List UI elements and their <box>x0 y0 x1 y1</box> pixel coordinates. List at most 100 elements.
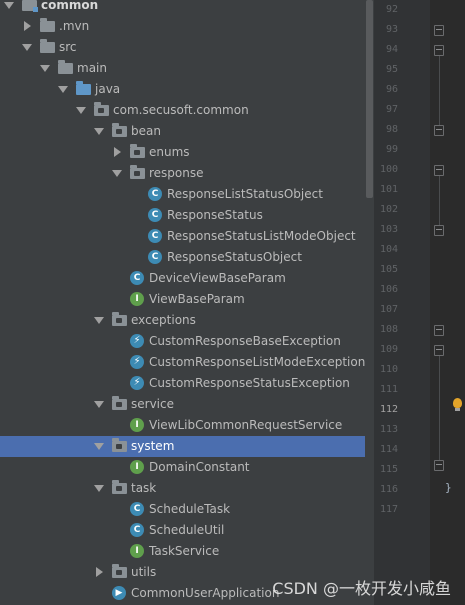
tree-node[interactable]: C ResponseStatusObject <box>0 247 365 268</box>
tree-node[interactable]: I ViewBaseParam <box>0 289 365 310</box>
chevron-down-icon[interactable] <box>94 317 104 324</box>
tree-node-label: exceptions <box>131 313 196 327</box>
tree-node[interactable]: I DomainConstant <box>0 457 365 478</box>
class-icon: C <box>148 229 162 243</box>
package-icon <box>112 396 127 410</box>
source-folder-icon <box>76 81 91 95</box>
line-number: 113 <box>379 424 398 435</box>
line-number: 105 <box>379 264 398 275</box>
tree-node-label: ScheduleTask <box>149 502 231 516</box>
class-icon: C <box>130 502 144 516</box>
tree-node-label: DomainConstant <box>149 460 250 474</box>
tree-node[interactable]: system <box>0 436 365 457</box>
package-icon <box>112 123 127 137</box>
tree-node[interactable]: src <box>0 37 365 58</box>
line-number: 92 <box>385 4 398 15</box>
chevron-down-icon[interactable] <box>22 44 32 51</box>
tree-node[interactable]: java <box>0 79 365 100</box>
tree-node-label: common <box>41 0 99 12</box>
chevron-down-icon[interactable] <box>94 128 104 135</box>
interface-icon: I <box>130 292 144 306</box>
tree-node[interactable]: response <box>0 163 365 184</box>
chevron-right-icon[interactable] <box>24 21 31 31</box>
tree-node[interactable]: ⚡ CustomResponseBaseException <box>0 331 365 352</box>
tree-node-label: DeviceViewBaseParam <box>149 271 286 285</box>
fold-guide-line <box>439 356 440 460</box>
line-number: 95 <box>385 64 398 75</box>
line-number: 117 <box>379 504 398 515</box>
chevron-right-icon[interactable] <box>114 147 121 157</box>
fold-marker-icon[interactable] <box>434 225 444 236</box>
fold-marker-icon[interactable] <box>434 25 444 36</box>
tree-node-label: CustomResponseStatusException <box>149 376 350 390</box>
tree-node[interactable]: I TaskService <box>0 541 365 562</box>
tree-node[interactable]: ⚡ CustomResponseListModeException <box>0 352 365 373</box>
chevron-down-icon[interactable] <box>58 86 68 93</box>
tree-node[interactable]: bean <box>0 121 365 142</box>
tree-node[interactable]: C ResponseStatus <box>0 205 365 226</box>
tree-node-label: system <box>131 439 175 453</box>
tree-node[interactable]: I ViewLibCommonRequestService <box>0 415 365 436</box>
line-number: 116 <box>379 484 398 495</box>
tree-node[interactable]: C ResponseStatusListModeObject <box>0 226 365 247</box>
tree-node-label: src <box>59 40 77 54</box>
interface-icon: I <box>130 418 144 432</box>
tree-node-label: java <box>95 82 121 96</box>
tree-node-label: utils <box>131 565 157 579</box>
fold-marker-icon[interactable] <box>434 165 444 176</box>
chevron-down-icon[interactable] <box>4 2 14 9</box>
tree-node[interactable]: C ScheduleUtil <box>0 520 365 541</box>
line-number: 102 <box>379 204 398 215</box>
tree-node[interactable]: com.secusoft.common <box>0 100 365 121</box>
tree-node[interactable]: C ScheduleTask <box>0 499 365 520</box>
fold-guide-line <box>439 56 440 125</box>
package-icon <box>112 438 127 452</box>
class-icon: C <box>130 523 144 537</box>
package-icon <box>112 312 127 326</box>
chevron-down-icon[interactable] <box>76 107 86 114</box>
line-number: 103 <box>379 224 398 235</box>
fold-marker-icon[interactable] <box>434 325 444 336</box>
watermark: CSDN @一枚开发小咸鱼 <box>272 579 451 598</box>
chevron-right-icon[interactable] <box>96 567 103 577</box>
tree-node-label: .mvn <box>59 19 90 33</box>
tree-node[interactable]: service <box>0 394 365 415</box>
tree-node-label: service <box>131 397 174 411</box>
tree-node-label: ResponseStatusObject <box>167 250 302 264</box>
class-icon: C <box>148 187 162 201</box>
line-number: 97 <box>385 104 398 115</box>
intention-bulb-icon[interactable] <box>453 398 462 411</box>
tree-node[interactable]: task <box>0 478 365 499</box>
chevron-down-icon[interactable] <box>94 401 104 408</box>
chevron-down-icon[interactable] <box>94 485 104 492</box>
line-number: 100 <box>379 164 398 175</box>
tree-node[interactable]: common <box>0 0 365 16</box>
tree-node[interactable]: C DeviceViewBaseParam <box>0 268 365 289</box>
exception-class-icon: ⚡ <box>130 355 144 369</box>
tree-node[interactable]: .mvn <box>0 16 365 37</box>
chevron-down-icon[interactable] <box>112 170 122 177</box>
tree-node[interactable]: C ResponseListStatusObject <box>0 184 365 205</box>
tree-node-label: bean <box>131 124 161 138</box>
line-number: 112 <box>379 404 398 415</box>
module-folder-icon <box>22 0 38 12</box>
tree-node-label: CommonUserApplication <box>131 586 280 600</box>
tree-node-label: TaskService <box>149 544 220 558</box>
package-icon <box>112 564 127 578</box>
tree-node-label: ViewBaseParam <box>149 292 245 306</box>
fold-marker-icon[interactable] <box>434 125 444 136</box>
tree-node[interactable]: exceptions <box>0 310 365 331</box>
tree-scrollbar-thumb[interactable] <box>366 0 373 198</box>
fold-marker-icon[interactable] <box>434 460 444 471</box>
line-number: 108 <box>379 324 398 335</box>
tree-node[interactable]: ⚡ CustomResponseStatusException <box>0 373 365 394</box>
fold-marker-icon[interactable] <box>434 345 444 356</box>
line-number: 93 <box>385 24 398 35</box>
tree-node[interactable]: main <box>0 58 365 79</box>
tree-node[interactable]: enums <box>0 142 365 163</box>
class-icon: C <box>130 271 144 285</box>
chevron-down-icon[interactable] <box>40 65 50 72</box>
fold-marker-icon[interactable] <box>434 45 444 56</box>
chevron-down-icon[interactable] <box>94 443 104 450</box>
code-editor[interactable] <box>430 0 465 605</box>
